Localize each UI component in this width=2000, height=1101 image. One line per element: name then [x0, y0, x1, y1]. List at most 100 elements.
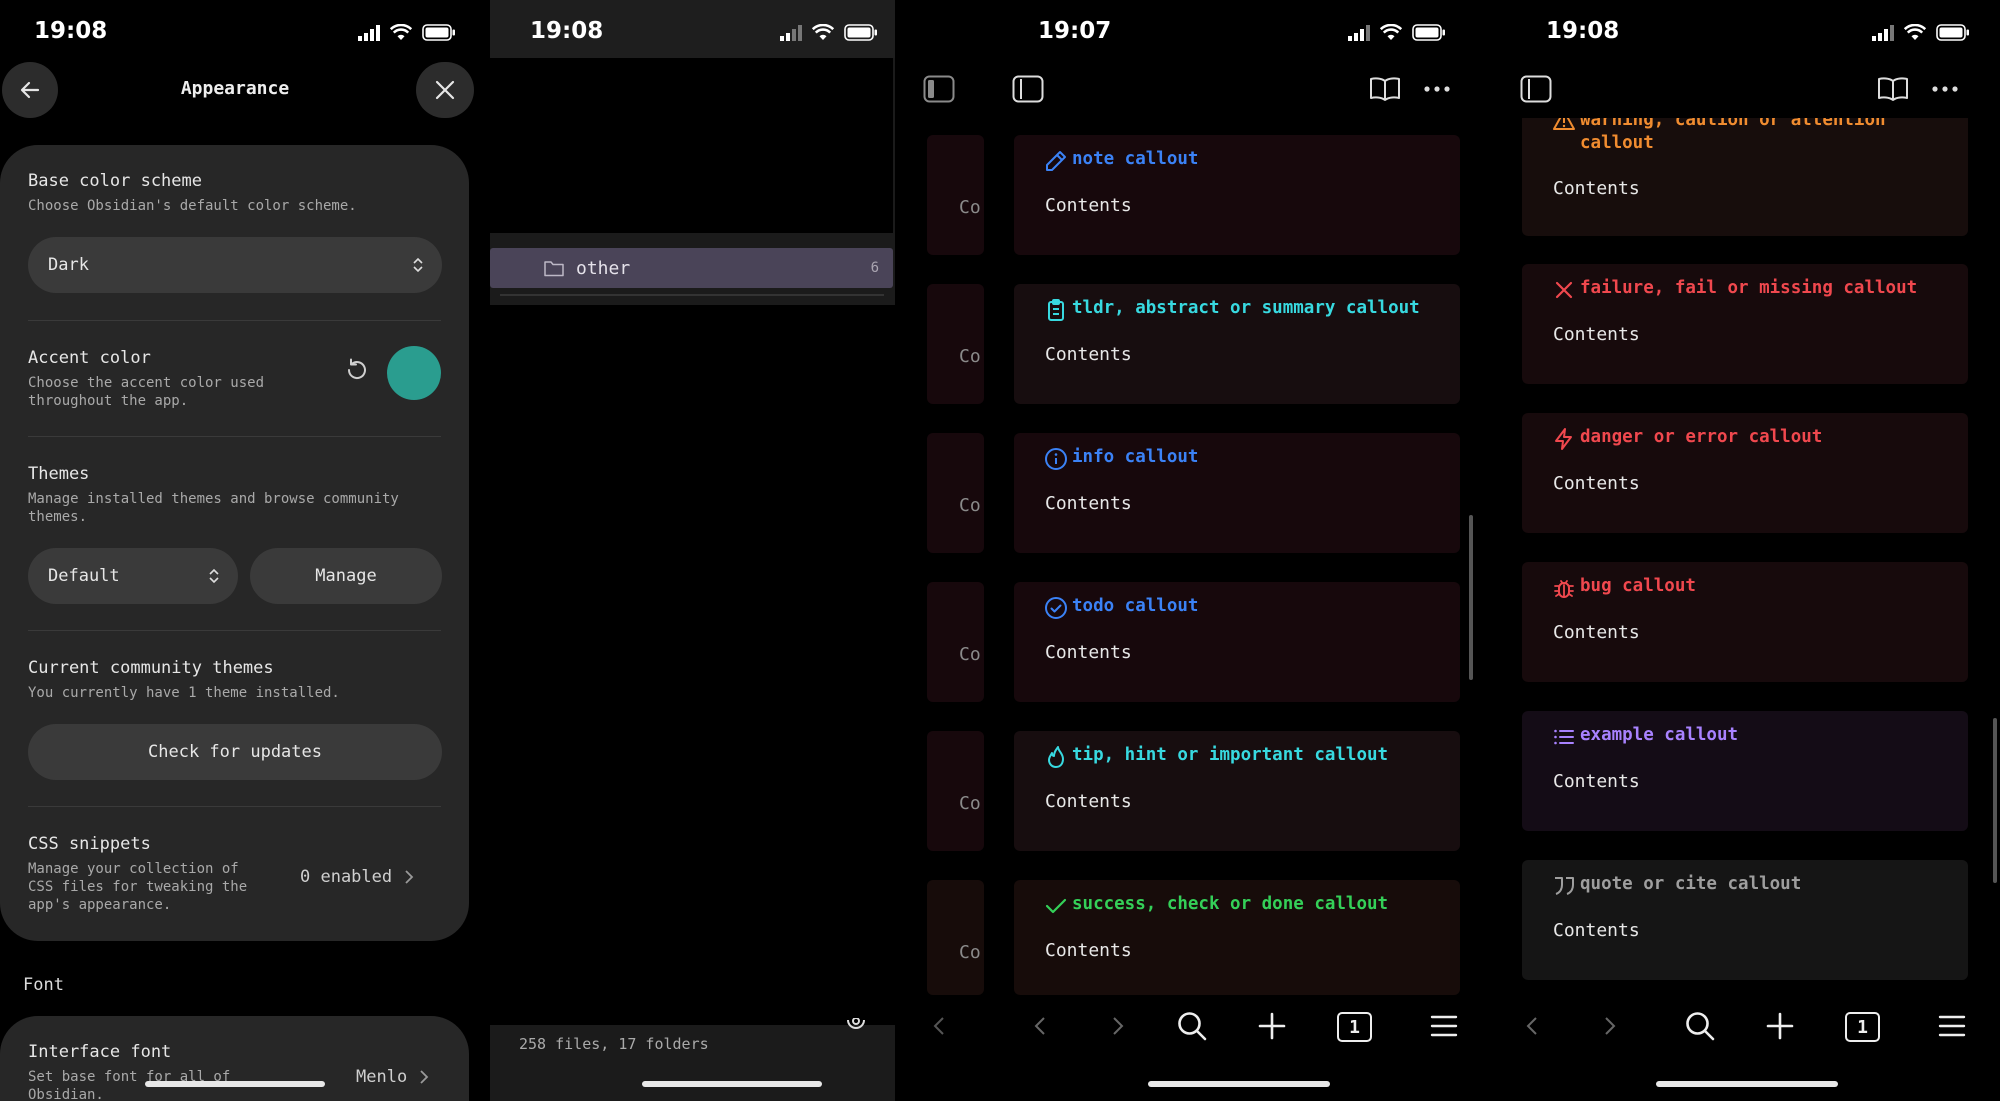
- reading-view-icon[interactable]: [1877, 76, 1909, 102]
- callout-info: info callout Contents: [1014, 433, 1460, 553]
- setting-desc-themes-1: Manage installed themes and browse commu…: [28, 491, 399, 507]
- chevron-up-down-icon: [209, 568, 219, 584]
- back-nav-icon[interactable]: [933, 1016, 945, 1036]
- sidebar-toggle-icon[interactable]: [1012, 75, 1044, 103]
- reset-accent-button[interactable]: [340, 353, 374, 387]
- setting-name-css-snippets: CSS snippets: [28, 834, 151, 854]
- callout-success: success, check or done callout Contents: [1014, 880, 1460, 995]
- cellular-signal-icon: [1872, 24, 1894, 41]
- close-button[interactable]: [416, 62, 474, 118]
- setting-desc-interface-font-2: Obsidian.: [28, 1087, 104, 1101]
- pencil-icon: [1046, 151, 1066, 171]
- setting-desc-css-snippets-3: app's appearance.: [28, 897, 172, 913]
- wifi-icon: [812, 24, 834, 40]
- setting-desc-base-color-scheme: Choose Obsidian's default color scheme.: [28, 198, 357, 214]
- search-icon[interactable]: [1684, 1010, 1716, 1042]
- forward-nav-icon[interactable]: [1112, 1016, 1124, 1036]
- menu-icon[interactable]: [1430, 1014, 1458, 1038]
- battery-icon: [844, 24, 877, 41]
- callout-tldr: tldr, abstract or summary callout Conten…: [1014, 284, 1460, 404]
- battery-icon: [1412, 24, 1445, 41]
- check-for-updates-button[interactable]: Check for updates: [28, 724, 442, 780]
- appearance-settings-card: Base color scheme Choose Obsidian's defa…: [0, 145, 469, 941]
- home-indicator[interactable]: [1148, 1081, 1330, 1087]
- back-nav-icon[interactable]: [1526, 1016, 1538, 1036]
- status-time: 19:07: [1038, 18, 1112, 44]
- theme-dropdown-value: Default: [48, 566, 120, 586]
- setting-desc-css-snippets-1: Manage your collection of: [28, 861, 239, 877]
- folder-icon: [544, 261, 564, 277]
- file-explorer-sidebar: other 6 258 files, 17 folders: [490, 58, 899, 1101]
- settings-gear-icon[interactable]: [843, 1018, 869, 1038]
- sidebar-toggle-icon[interactable]: [923, 75, 955, 103]
- peek-callout-text: Co: [959, 942, 981, 963]
- peek-callout-text: Co: [959, 644, 981, 665]
- setting-name-accent-color: Accent color: [28, 348, 151, 368]
- tab-switcher-button[interactable]: 1: [1845, 1012, 1880, 1042]
- callout-title: todo callout: [1072, 596, 1199, 616]
- setting-desc-accent-color-2: throughout the app.: [28, 393, 189, 409]
- font-settings-card: Interface font Set base font for all of …: [0, 1016, 469, 1101]
- check-circle-icon: [1045, 597, 1067, 619]
- sidebar-toggle-icon[interactable]: [1520, 75, 1552, 103]
- callout-body: Contents: [1045, 642, 1132, 663]
- more-options-icon[interactable]: [1932, 86, 1958, 92]
- cellular-signal-icon: [780, 24, 802, 41]
- css-snippets-value: 0 enabled: [300, 867, 393, 887]
- new-note-plus-icon[interactable]: [1258, 1012, 1286, 1040]
- callout-title-line1: warning, caution or attention: [1580, 118, 1886, 130]
- setting-desc-themes-2: themes.: [28, 509, 88, 525]
- flame-icon: [1048, 746, 1064, 768]
- callout-title: bug callout: [1580, 576, 1696, 596]
- callout-body: Contents: [1045, 493, 1132, 514]
- theme-dropdown[interactable]: Default: [28, 548, 238, 604]
- forward-nav-icon[interactable]: [1604, 1016, 1616, 1036]
- page-title: Appearance: [180, 78, 290, 99]
- setting-desc-css-snippets-2: CSS files for tweaking the: [28, 879, 248, 895]
- status-time: 19:08: [34, 18, 108, 44]
- callout-title: info callout: [1072, 447, 1199, 467]
- callout-body: Contents: [1045, 791, 1132, 812]
- search-icon[interactable]: [1176, 1010, 1208, 1042]
- scrollbar-thumb[interactable]: [1469, 515, 1473, 680]
- accent-color-swatch[interactable]: [387, 346, 441, 400]
- wifi-icon: [1380, 24, 1402, 40]
- chevron-right-icon: [420, 1070, 429, 1084]
- divider: [28, 436, 441, 437]
- callout-title: tldr, abstract or summary callout: [1072, 298, 1420, 318]
- status-icons: [1348, 24, 1446, 41]
- chevron-up-down-icon: [413, 257, 423, 273]
- callout-warning: warning, caution or attention callout Co…: [1522, 118, 1968, 236]
- callout-todo: todo callout Contents: [1014, 582, 1460, 702]
- more-options-icon[interactable]: [1424, 86, 1450, 92]
- peek-callout-text: Co: [959, 793, 981, 814]
- tab-count: 1: [1857, 1016, 1868, 1038]
- phone-callouts-bottom: 19:08 warning, caution or attention call…: [1476, 0, 2000, 1101]
- home-indicator[interactable]: [1656, 1081, 1838, 1087]
- back-nav-icon[interactable]: [1034, 1016, 1046, 1036]
- reading-view-icon[interactable]: [1369, 76, 1401, 102]
- callout-title: tip, hint or important callout: [1072, 745, 1389, 765]
- setting-desc-accent-color-1: Choose the accent color used: [28, 375, 265, 391]
- new-note-plus-icon[interactable]: [1766, 1012, 1794, 1040]
- scrollbar-thumb[interactable]: [1993, 718, 1997, 883]
- tab-switcher-button[interactable]: 1: [1337, 1012, 1372, 1042]
- battery-icon: [422, 24, 455, 41]
- home-indicator[interactable]: [145, 1081, 325, 1087]
- peek-callout: Co: [927, 284, 984, 404]
- peek-callout: Co: [927, 731, 984, 851]
- callout-title-line2: callout: [1580, 133, 1654, 153]
- home-indicator[interactable]: [642, 1081, 822, 1087]
- callout-title: success, check or done callout: [1072, 894, 1389, 914]
- list-icon: [1554, 729, 1574, 745]
- folder-item-other[interactable]: other 6: [490, 248, 893, 288]
- color-scheme-value: Dark: [48, 255, 89, 275]
- manage-themes-button[interactable]: Manage: [250, 548, 442, 604]
- menu-icon[interactable]: [1938, 1014, 1966, 1038]
- wifi-icon: [1904, 24, 1926, 40]
- interface-font-row-link[interactable]: Menlo: [356, 1063, 456, 1091]
- peeking-note-area: Co Co Co Co Co Co: [895, 0, 984, 1101]
- sidebar-divider: [500, 294, 884, 296]
- color-scheme-dropdown[interactable]: Dark: [28, 237, 442, 293]
- css-snippets-row-link[interactable]: 0 enabled: [300, 863, 450, 891]
